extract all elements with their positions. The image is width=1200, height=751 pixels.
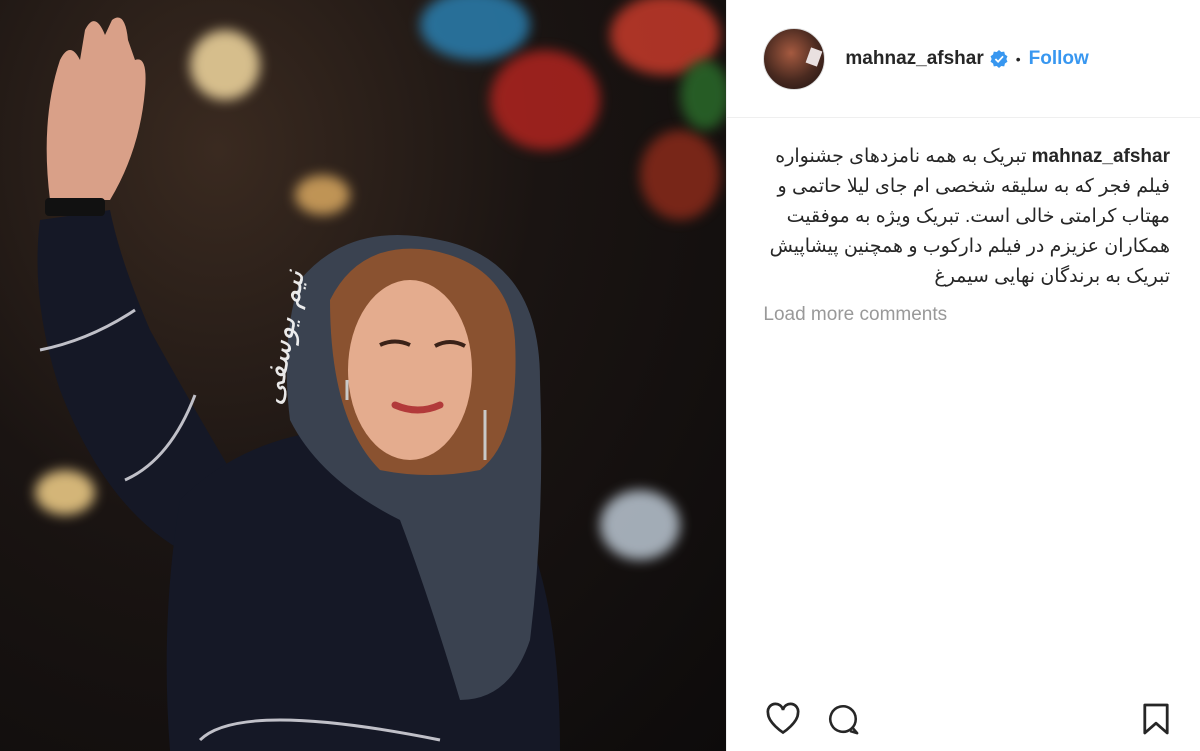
- like-button[interactable]: [763, 701, 803, 741]
- post-header: mahnaz_afshar • Follow: [727, 0, 1200, 118]
- follow-button[interactable]: Follow: [1029, 48, 1089, 70]
- verified-badge-icon: [990, 49, 1008, 68]
- save-button[interactable]: [1136, 701, 1176, 741]
- load-more-comments-button[interactable]: Load more comments: [727, 292, 1200, 338]
- instagram-post: نیم یوسفی mahnaz_afshar • Follow mahnaz_…: [0, 0, 1200, 751]
- post-actions-bar: [727, 691, 1200, 751]
- separator-dot: •: [1015, 50, 1021, 67]
- post-photo[interactable]: نیم یوسفی: [0, 0, 728, 751]
- comment-icon: [826, 702, 860, 741]
- bookmark-icon: [1142, 702, 1170, 741]
- heart-icon: [765, 702, 801, 741]
- post-side-panel: mahnaz_afshar • Follow mahnaz_afshar تبر…: [727, 0, 1200, 751]
- avatar[interactable]: [763, 27, 826, 90]
- caption-text: تبریک به همه نامزدهای جشنواره فیلم فجر ک…: [769, 146, 1170, 287]
- woman-figure: [37, 17, 560, 751]
- caption-username-link[interactable]: mahnaz_afshar: [1032, 146, 1170, 167]
- username-link[interactable]: mahnaz_afshar: [845, 48, 983, 70]
- post-caption: mahnaz_afshar تبریک به همه نامزدهای جشنو…: [727, 118, 1200, 292]
- comment-button[interactable]: [823, 701, 863, 741]
